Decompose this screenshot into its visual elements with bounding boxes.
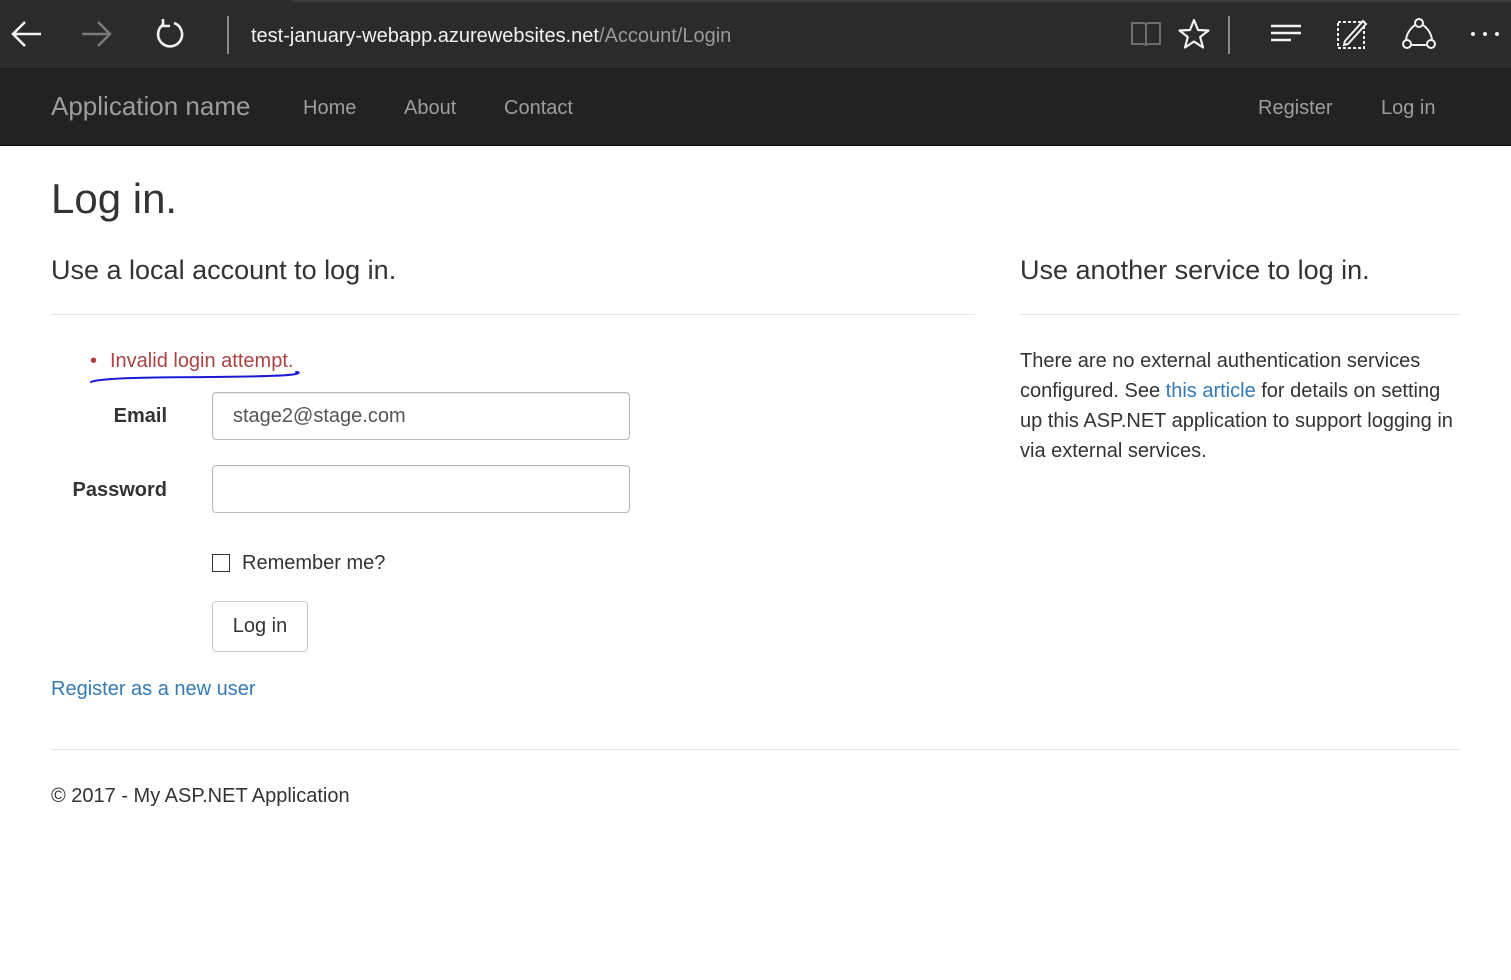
register-new-user-link[interactable]: Register as a new user xyxy=(51,676,256,702)
share-button[interactable] xyxy=(1399,14,1439,54)
favorite-star-icon xyxy=(1178,18,1210,49)
external-services-text: There are no external authentication ser… xyxy=(1020,346,1465,466)
web-note-icon xyxy=(1337,19,1368,49)
password-input[interactable] xyxy=(212,465,630,513)
email-input[interactable] xyxy=(212,392,630,440)
footer-divider xyxy=(51,749,1460,750)
login-button[interactable]: Log in xyxy=(212,601,308,652)
tab-strip-edge xyxy=(292,0,1511,2)
toolbar-separator xyxy=(1228,16,1230,54)
back-icon xyxy=(11,21,41,47)
nav-about[interactable]: About xyxy=(404,96,456,120)
password-label: Password xyxy=(72,479,167,501)
forward-button[interactable] xyxy=(77,14,117,54)
hub-button[interactable] xyxy=(1266,14,1306,54)
nav-contact[interactable]: Contact xyxy=(504,96,573,120)
site-navbar: Application name Home About Contact Regi… xyxy=(0,69,1511,146)
share-icon xyxy=(1402,18,1436,49)
refresh-button[interactable] xyxy=(150,14,190,54)
back-button[interactable] xyxy=(6,14,46,54)
this-article-link[interactable]: this article xyxy=(1166,380,1256,402)
browser-toolbar: test-january-webapp.azurewebsites.net/Ac… xyxy=(0,0,1511,69)
external-service-heading: Use another service to log in. xyxy=(1020,255,1370,285)
nav-home[interactable]: Home xyxy=(303,96,356,120)
local-divider xyxy=(51,314,975,315)
footer-copyright: © 2017 - My ASP.NET Application xyxy=(51,785,350,807)
remember-me-checkbox[interactable] xyxy=(212,554,230,572)
hub-icon xyxy=(1271,24,1301,42)
reading-view-icon xyxy=(1131,22,1161,47)
external-divider xyxy=(1020,314,1460,315)
page-title: Log in. xyxy=(51,175,178,222)
web-note-button[interactable] xyxy=(1332,14,1372,54)
address-separator xyxy=(227,16,229,54)
error-message: Invalid login attempt. xyxy=(110,350,294,372)
email-label: Email xyxy=(113,405,167,427)
local-account-heading: Use a local account to log in. xyxy=(51,255,397,285)
nav-register[interactable]: Register xyxy=(1258,96,1332,120)
annotation-underline xyxy=(90,371,300,383)
brand-link[interactable]: Application name xyxy=(51,91,250,121)
forward-icon xyxy=(82,21,112,47)
favorite-button[interactable] xyxy=(1174,14,1214,54)
more-icon xyxy=(1471,32,1499,36)
more-button[interactable] xyxy=(1465,14,1505,54)
url-path: /Account/Login xyxy=(598,25,732,47)
remember-me-label[interactable]: Remember me? xyxy=(242,550,385,576)
refresh-icon xyxy=(156,19,184,48)
nav-login[interactable]: Log in xyxy=(1381,96,1436,120)
address-bar[interactable]: test-january-webapp.azurewebsites.net/Ac… xyxy=(251,22,731,50)
url-host: test-january-webapp.azurewebsites.net xyxy=(251,25,599,47)
reading-view-button[interactable] xyxy=(1126,14,1166,54)
